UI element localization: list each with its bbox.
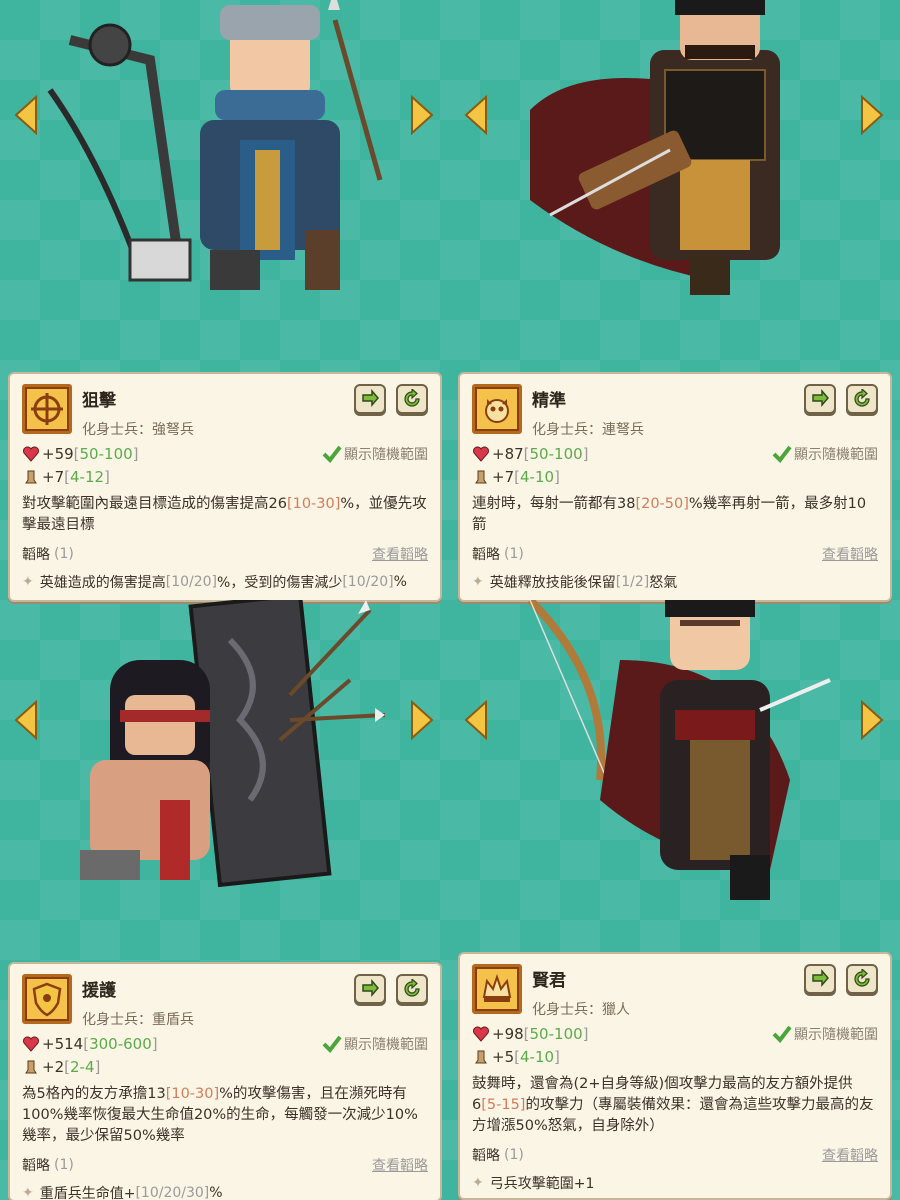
sparkle-icon: ✦ xyxy=(472,574,484,590)
refresh-skill-button[interactable] xyxy=(846,384,878,414)
strategy-count: (1) xyxy=(54,1157,74,1173)
hero-portrait-shieldbearer xyxy=(40,592,410,930)
swap-skill-button[interactable] xyxy=(354,384,386,414)
strategy-label: 韜略 xyxy=(22,547,50,563)
next-hero-arrow[interactable] xyxy=(410,699,434,741)
atk-range: [2-4] xyxy=(64,1057,101,1076)
skill-name: 賢君 xyxy=(532,971,566,991)
next-hero-arrow[interactable] xyxy=(410,94,434,136)
prev-hero-arrow[interactable] xyxy=(14,94,38,136)
skill-description: 鼓舞時，還會為(2+自身等級)個攻擊力最高的友方額外提供6[5-15]的攻擊力（… xyxy=(472,1076,874,1134)
view-strategy-link[interactable]: 查看韜略 xyxy=(822,544,878,564)
view-strategy-link[interactable]: 查看韜略 xyxy=(372,1155,428,1175)
hero-portrait-crossbowman xyxy=(40,0,410,360)
prev-hero-arrow[interactable] xyxy=(464,94,488,136)
skill-name: 狙擊 xyxy=(82,391,116,411)
strategy-item: ✦ 英雄造成的傷害提高 [10/20] %，受到的傷害減少 [10/20]% xyxy=(22,574,407,591)
hp-bonus: +87 xyxy=(492,444,524,463)
skill-name: 援護 xyxy=(82,981,116,1001)
skill-subtitle: 化身士兵：強弩兵 xyxy=(82,422,194,438)
attack-icon xyxy=(25,470,37,483)
hp-range: [300-600] xyxy=(83,1034,158,1053)
next-hero-arrow[interactable] xyxy=(860,94,884,136)
hp-bonus: +98 xyxy=(492,1024,524,1043)
swap-skill-button[interactable] xyxy=(804,964,836,994)
strategy-count: (1) xyxy=(504,1147,524,1163)
strategy-label: 韜略 xyxy=(472,1148,500,1164)
hp-bonus: +514 xyxy=(42,1034,84,1053)
attack-icon xyxy=(475,470,487,483)
skill-description: 對攻擊範圍內最遠目標造成的傷害提高26[10-30]%，並優先攻擊最遠目標 xyxy=(22,496,427,533)
heart-icon xyxy=(473,1026,489,1042)
hero-panel-2: 精準 化身士兵：連弩兵 +87 [50-100] 顯示隨機範圍 +7 [4-10… xyxy=(450,0,900,602)
atk-bonus: +5 xyxy=(492,1047,515,1066)
checkmark-icon xyxy=(322,445,342,463)
prev-hero-arrow[interactable] xyxy=(464,699,488,741)
skill-description: 連射時，每射一箭都有38[20-50]%幾率再射一箭，最多射10箭 xyxy=(472,496,867,533)
strategy-item: ✦ 重盾兵生命值+ [10/20/30]% xyxy=(22,1185,223,1200)
heart-icon xyxy=(23,446,39,462)
refresh-skill-button[interactable] xyxy=(396,974,428,1004)
atk-bonus: +7 xyxy=(42,467,65,486)
skill-card: 援護 化身士兵：重盾兵 +514 [300-600] 顯示隨機範圍 +2 [2-… xyxy=(8,962,442,1200)
swap-skill-button[interactable] xyxy=(804,384,836,414)
skill-subtitle: 化身士兵：重盾兵 xyxy=(82,1012,194,1028)
hero-portrait-general xyxy=(490,0,860,360)
skill-subtitle: 化身士兵：連弩兵 xyxy=(532,422,644,438)
atk-range: [4-10] xyxy=(514,467,560,486)
skill-card: 狙擊 化身士兵：強弩兵 +59 [50-100] 顯示隨機範圍 +7 [4-12… xyxy=(8,372,442,602)
attack-icon xyxy=(475,1050,487,1063)
atk-range: [4-10] xyxy=(514,1047,560,1066)
hp-range: [50-100] xyxy=(73,444,139,463)
crosshair-icon xyxy=(22,384,72,434)
sparkle-icon: ✦ xyxy=(22,574,34,590)
swap-skill-button[interactable] xyxy=(354,974,386,1004)
strategy-label: 韜略 xyxy=(22,1158,50,1174)
heart-icon xyxy=(23,1036,39,1052)
hp-bonus: +59 xyxy=(42,444,74,463)
shield-icon xyxy=(22,974,72,1024)
hero-panel-1: 狙擊 化身士兵：強弩兵 +59 [50-100] 顯示隨機範圍 +7 [4-12… xyxy=(0,0,450,602)
hero-panel-4: 賢君 化身士兵：獵人 +98 [50-100] 顯示隨機範圍 +5 [4-10]… xyxy=(450,595,900,1200)
refresh-skill-button[interactable] xyxy=(846,964,878,994)
skill-card: 賢君 化身士兵：獵人 +98 [50-100] 顯示隨機範圍 +5 [4-10]… xyxy=(458,952,892,1200)
prev-hero-arrow[interactable] xyxy=(14,699,38,741)
checkmark-icon xyxy=(322,1035,342,1053)
skill-name: 精準 xyxy=(532,391,566,411)
hp-range: [50-100] xyxy=(523,444,589,463)
skill-card: 精準 化身士兵：連弩兵 +87 [50-100] 顯示隨機範圍 +7 [4-10… xyxy=(458,372,892,602)
show-range-toggle[interactable]: 顯示隨機範圍 xyxy=(322,1034,428,1054)
crown-icon xyxy=(472,964,522,1014)
hp-range: [50-100] xyxy=(523,1024,589,1043)
show-range-toggle[interactable]: 顯示隨機範圍 xyxy=(772,444,878,464)
show-range-toggle[interactable]: 顯示隨機範圍 xyxy=(322,444,428,464)
hero-portrait-archer xyxy=(490,595,860,930)
checkmark-icon xyxy=(772,445,792,463)
hero-panel-3: 援護 化身士兵：重盾兵 +514 [300-600] 顯示隨機範圍 +2 [2-… xyxy=(0,592,450,1200)
skill-subtitle: 化身士兵：獵人 xyxy=(532,1002,630,1018)
strategy-count: (1) xyxy=(504,546,524,562)
sparkle-icon: ✦ xyxy=(472,1175,484,1191)
next-hero-arrow[interactable] xyxy=(860,699,884,741)
atk-range: [4-12] xyxy=(64,467,110,486)
strategy-label: 韜略 xyxy=(472,547,500,563)
owl-icon xyxy=(472,384,522,434)
view-strategy-link[interactable]: 查看韜略 xyxy=(822,1145,878,1165)
atk-bonus: +7 xyxy=(492,467,515,486)
strategy-item: ✦ 英雄釋放技能後保留 [1/2] 怒氣 xyxy=(472,574,678,591)
skill-description: 為5格內的友方承擔13[10-30]%的攻擊傷害，且在瀕死時有100%幾率恢復最… xyxy=(22,1086,418,1144)
show-range-toggle[interactable]: 顯示隨機範圍 xyxy=(772,1024,878,1044)
strategy-count: (1) xyxy=(54,546,74,562)
heart-icon xyxy=(473,446,489,462)
atk-bonus: +2 xyxy=(42,1057,65,1076)
strategy-item: ✦ 弓兵攻擊範圍+1 xyxy=(472,1175,595,1192)
sparkle-icon: ✦ xyxy=(22,1185,34,1200)
attack-icon xyxy=(25,1060,37,1073)
checkmark-icon xyxy=(772,1025,792,1043)
view-strategy-link[interactable]: 查看韜略 xyxy=(372,544,428,564)
refresh-skill-button[interactable] xyxy=(396,384,428,414)
